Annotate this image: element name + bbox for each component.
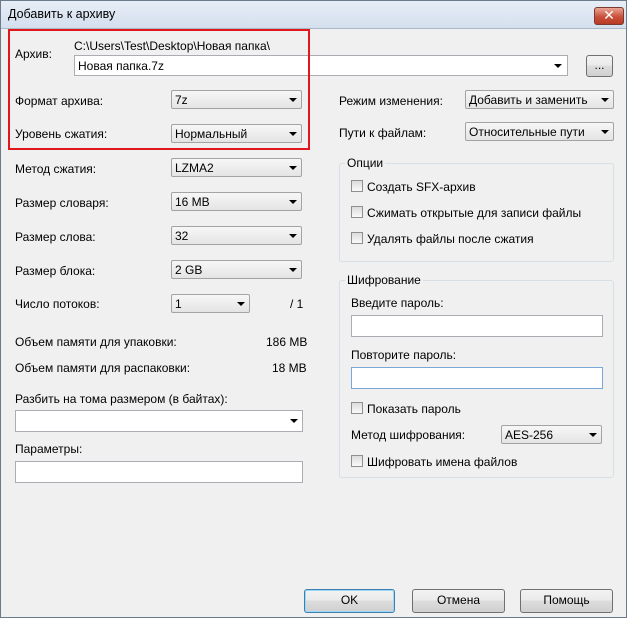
word-label: Размер слова: <box>15 230 96 244</box>
chevron-down-icon <box>601 130 609 134</box>
update-select[interactable]: Добавить и заменить <box>465 90 614 109</box>
threads-select[interactable]: 1 <box>171 294 250 313</box>
password-input[interactable] <box>351 315 603 337</box>
dict-label: Размер словаря: <box>15 196 109 210</box>
method-label: Метод сжатия: <box>15 162 97 176</box>
paths-select[interactable]: Относительные пути <box>465 122 614 141</box>
close-button[interactable]: ✕ <box>594 7 624 25</box>
level-select[interactable]: Нормальный <box>171 124 302 143</box>
dict-select[interactable]: 16 MB <box>171 192 302 211</box>
format-label: Формат архива: <box>15 94 104 108</box>
mem-unpack-value: 18 MB <box>272 361 307 375</box>
encrypt-names-label: Шифровать имена файлов <box>367 455 518 469</box>
encrypt-names-checkbox[interactable] <box>351 455 363 467</box>
encryption-legend: Шифрование <box>345 273 423 287</box>
options-legend: Опции <box>345 156 386 170</box>
update-value: Добавить и заменить <box>469 93 588 107</box>
params-label: Параметры: <box>15 442 83 456</box>
shared-label: Сжимать открытые для записи файлы <box>367 206 582 220</box>
browse-button[interactable]: ... <box>586 55 613 77</box>
threads-total: / 1 <box>290 297 304 311</box>
chevron-down-icon <box>589 433 597 437</box>
title-bar: Добавить к архиву ✕ <box>1 1 626 29</box>
window-title: Добавить к архиву <box>8 7 116 21</box>
split-label: Разбить на тома размером (в байтах): <box>15 392 228 406</box>
mem-pack-label: Объем памяти для упаковки: <box>15 335 177 349</box>
block-select[interactable]: 2 GB <box>171 260 302 279</box>
password-label: Введите пароль: <box>351 296 444 310</box>
password2-label: Повторите пароль: <box>351 348 457 362</box>
add-to-archive-dialog: Добавить к архиву ✕ Архив: C:\Users\Test… <box>0 0 627 618</box>
method-select[interactable]: LZMA2 <box>171 158 302 177</box>
chevron-down-icon <box>290 419 298 423</box>
paths-label: Пути к файлам: <box>339 126 427 140</box>
chevron-down-icon <box>601 98 609 102</box>
level-value: Нормальный <box>175 127 248 141</box>
paths-value: Относительные пути <box>469 125 585 139</box>
dict-value: 16 MB <box>175 195 210 209</box>
mem-pack-value: 186 MB <box>266 335 308 349</box>
word-value: 32 <box>175 229 189 243</box>
show-password-label: Показать пароль <box>367 402 461 416</box>
split-combo[interactable] <box>15 410 303 432</box>
chevron-down-icon <box>237 302 245 306</box>
word-select[interactable]: 32 <box>171 226 302 245</box>
format-select[interactable]: 7z <box>171 90 302 109</box>
help-button[interactable]: Помощь <box>520 589 613 613</box>
block-value: 2 GB <box>175 263 203 277</box>
mem-unpack-label: Объем памяти для распаковки: <box>15 361 191 375</box>
shared-checkbox[interactable] <box>351 206 363 218</box>
show-password-checkbox[interactable] <box>351 402 363 414</box>
threads-value: 1 <box>175 297 182 311</box>
block-label: Размер блока: <box>15 264 96 278</box>
sfx-label: Создать SFX-архив <box>367 180 476 194</box>
chevron-down-icon <box>289 166 297 170</box>
format-value: 7z <box>175 93 188 107</box>
update-label: Режим изменения: <box>339 94 443 108</box>
delete-checkbox[interactable] <box>351 232 363 244</box>
enc-method-label: Метод шифрования: <box>351 428 466 442</box>
level-label: Уровень сжатия: <box>15 127 108 141</box>
threads-label: Число потоков: <box>15 297 100 311</box>
chevron-down-icon <box>289 132 297 136</box>
password2-input[interactable] <box>351 367 603 389</box>
chevron-down-icon <box>289 200 297 204</box>
enc-method-select[interactable]: AES-256 <box>501 425 602 444</box>
chevron-down-icon <box>554 64 562 68</box>
sfx-checkbox[interactable] <box>351 180 363 192</box>
ok-button[interactable]: OK <box>304 589 395 613</box>
chevron-down-icon <box>289 234 297 238</box>
cancel-button[interactable]: Отмена <box>412 589 505 613</box>
params-input[interactable] <box>15 461 303 483</box>
enc-method-value: AES-256 <box>505 428 554 442</box>
delete-label: Удалять файлы после сжатия <box>367 232 534 246</box>
method-value: LZMA2 <box>175 161 214 175</box>
chevron-down-icon <box>289 268 297 272</box>
chevron-down-icon <box>289 98 297 102</box>
